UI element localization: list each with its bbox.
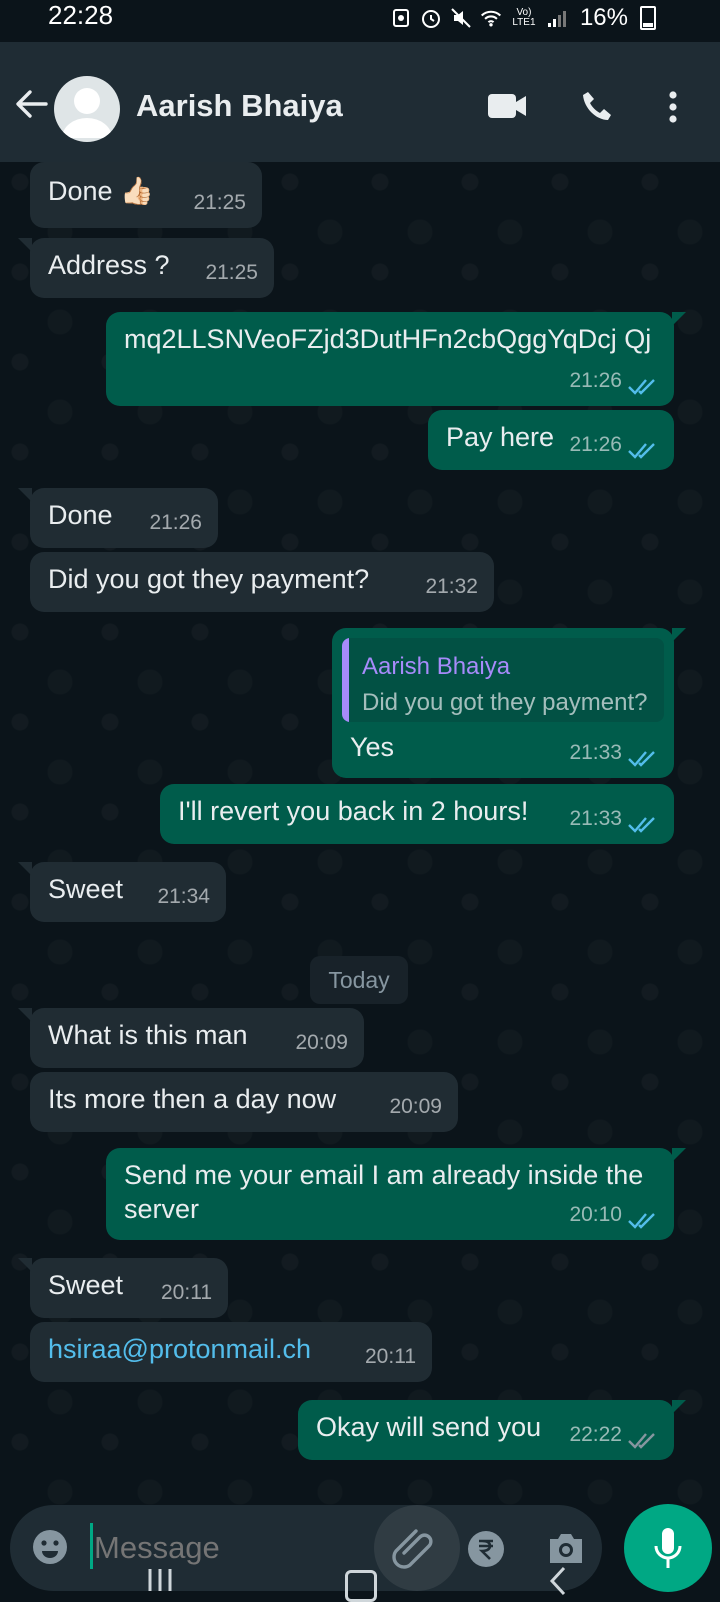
double-check-read-icon: [628, 443, 655, 459]
message-time: 21:33: [569, 807, 622, 830]
message-time: 20:11: [365, 1345, 416, 1368]
message-bubble-in[interactable]: Its more then a day now 20:09: [30, 1072, 458, 1132]
message-time: 21:26: [569, 433, 622, 456]
emoji-button[interactable]: [30, 1527, 70, 1572]
message-text: Did you got they payment?: [48, 564, 370, 594]
microphone-icon: [654, 1528, 682, 1568]
message-bubble-out-reply[interactable]: Aarish Bhaiya Did you got they payment? …: [332, 628, 686, 778]
message-bubble-out[interactable]: Send me your email I am already inside t…: [106, 1148, 686, 1240]
battery-percent: 16%: [579, 4, 628, 31]
message-text: I'll revert you back in 2 hours!: [178, 796, 529, 826]
message-text: Address ?: [48, 250, 170, 280]
message-time: 20:11: [161, 1281, 212, 1304]
message-bubble-in[interactable]: Sweet 20:11: [18, 1258, 228, 1318]
voice-call-button[interactable]: [580, 90, 614, 129]
back-button[interactable]: [14, 86, 50, 122]
chat-header: Aarish Bhaiya: [0, 42, 720, 162]
message-time: 21:32: [425, 575, 478, 598]
phone-icon: [583, 92, 611, 120]
chevron-left-icon: [549, 1566, 566, 1596]
message-time: 20:10: [569, 1203, 622, 1226]
signal-icon: [546, 7, 568, 29]
message-bubble-in[interactable]: Done 👍🏻 21:25: [30, 162, 262, 228]
message-time: 22:22: [569, 1423, 622, 1446]
message-text: Done: [48, 500, 113, 530]
status-icons: Vo) LTE1 16%: [390, 4, 656, 32]
quote-bar: [342, 638, 349, 722]
double-check-delivered-icon: [628, 1433, 655, 1449]
recent-apps-button[interactable]: [146, 1567, 174, 1598]
paperclip-icon: [392, 1529, 433, 1569]
contact-name[interactable]: Aarish Bhaiya: [136, 88, 343, 124]
arrow-left-icon: [16, 90, 48, 118]
message-bubble-out[interactable]: Okay will send you 22:22: [298, 1400, 686, 1460]
message-bubble-in[interactable]: hsiraa@protonmail.ch 20:11: [30, 1322, 432, 1382]
battery-icon: [640, 6, 656, 30]
camera-icon: [550, 1534, 582, 1563]
status-time: 22:28: [48, 0, 114, 30]
recent-apps-icon: [148, 1569, 172, 1591]
email-link[interactable]: hsiraa@protonmail.ch: [48, 1332, 311, 1366]
home-button[interactable]: [345, 1570, 377, 1602]
avatar[interactable]: [54, 76, 120, 142]
mute-icon: [450, 7, 472, 29]
video-camera-icon: [488, 94, 526, 118]
chat-area[interactable]: Done 👍🏻 21:25 Address ? 21:25 mq2LLSNVeo…: [0, 162, 720, 1512]
more-options-button[interactable]: [668, 90, 678, 129]
message-bubble-in[interactable]: Address ? 21:25: [18, 238, 274, 298]
alarm-icon: [420, 7, 442, 29]
message-time: 21:25: [205, 261, 258, 284]
payment-button[interactable]: [466, 1529, 506, 1574]
message-input[interactable]: [92, 1529, 346, 1567]
message-text: mq2LLSNVeoFZjd3DutHFn2cbQggYqDcj Qj: [124, 324, 652, 354]
message-bubble-out[interactable]: I'll revert you back in 2 hours! 21:33: [160, 784, 674, 844]
double-check-read-icon: [628, 379, 655, 395]
message-time: 20:09: [295, 1031, 348, 1054]
default-avatar-icon: [62, 88, 112, 138]
message-text: Sweet: [48, 1270, 124, 1300]
message-text: What is this man: [48, 1020, 248, 1050]
message-bubble-in[interactable]: Done 21:26: [18, 488, 218, 548]
message-bubble-in[interactable]: What is this man 20:09: [18, 1008, 364, 1068]
date-divider: Today: [310, 956, 408, 1004]
wifi-icon: [480, 7, 502, 29]
emoji-icon: [33, 1530, 67, 1564]
message-text: Pay here: [446, 422, 555, 452]
video-call-button[interactable]: [488, 92, 528, 125]
message-text: Its more then a day now: [48, 1084, 337, 1114]
message-bubble-in[interactable]: Sweet 21:34: [18, 862, 226, 922]
nav-back-button[interactable]: [548, 1566, 568, 1601]
double-check-read-icon: [628, 1213, 655, 1229]
message-text: Okay will send you: [316, 1412, 542, 1442]
message-text: Sweet: [48, 874, 124, 904]
message-composer: [10, 1505, 602, 1591]
status-bar: 22:28 Vo) LTE1 16%: [0, 0, 720, 42]
message-bubble-out[interactable]: Pay here 21:26: [428, 410, 674, 470]
more-vertical-icon: [669, 91, 677, 123]
quoted-text: Did you got they payment?: [362, 689, 648, 716]
message-bubble-out[interactable]: mq2LLSNVeoFZjd3DutHFn2cbQggYqDcj Qj 21:2…: [106, 312, 686, 406]
message-time: 20:09: [389, 1095, 442, 1118]
message-bubble-in[interactable]: Did you got they payment? 21:32: [30, 552, 494, 612]
screenshot-icon: [390, 7, 412, 29]
voice-record-button[interactable]: [624, 1504, 712, 1592]
message-time: 21:34: [157, 885, 210, 908]
lte-label: Vo) LTE1: [512, 7, 536, 28]
message-time: 21:26: [149, 511, 202, 534]
message-time: 21:26: [569, 369, 622, 392]
message-time: 21:33: [569, 741, 622, 764]
rupee-icon: [468, 1531, 504, 1567]
quoted-sender: Aarish Bhaiya: [362, 653, 511, 680]
attach-button[interactable]: [374, 1505, 460, 1591]
double-check-read-icon: [628, 817, 655, 833]
double-check-read-icon: [628, 751, 655, 767]
quoted-message[interactable]: Aarish Bhaiya Did you got they payment?: [342, 638, 664, 722]
message-text: Done 👍🏻: [48, 176, 154, 206]
message-time: 21:25: [193, 191, 246, 214]
message-text: Yes: [350, 732, 395, 762]
